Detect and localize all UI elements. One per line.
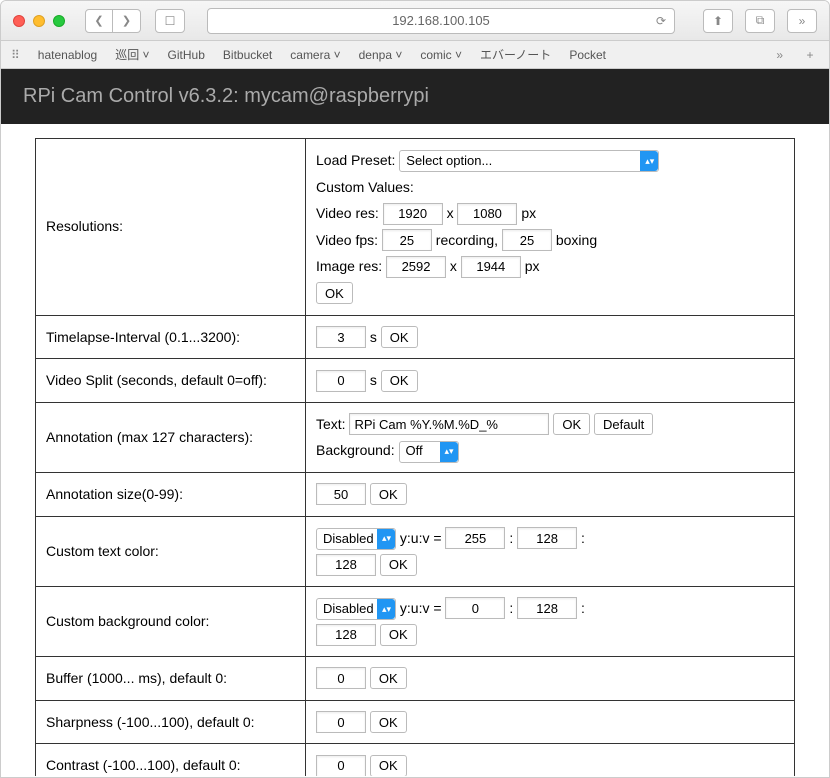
fps-box-input[interactable] [502, 229, 552, 251]
nav-buttons: ❮ ❯ [85, 9, 141, 33]
fav-item[interactable]: GitHub [168, 48, 205, 62]
timelapse-input[interactable] [316, 326, 366, 348]
row-buffer: Buffer (1000... ms), default 0: OK [36, 656, 795, 700]
toolbar-right: ⬆ ⧉ » [697, 9, 817, 33]
contrast-input[interactable] [316, 755, 366, 776]
annotation-input[interactable] [349, 413, 549, 435]
bgcolor-enable-select[interactable]: Disabled▴▾ [316, 598, 396, 620]
back-button[interactable]: ❮ [85, 9, 113, 33]
row-contrast: Contrast (-100...100), default 0: OK [36, 744, 795, 776]
videosplit-input[interactable] [316, 370, 366, 392]
label: Resolutions: [36, 139, 306, 316]
row-annosize: Annotation size(0-99): OK [36, 472, 795, 516]
fav-item[interactable]: camera ˅ [290, 48, 340, 62]
contrast-ok-button[interactable]: OK [370, 755, 407, 776]
fav-more-icon[interactable]: » [776, 48, 783, 62]
fav-item[interactable]: Bitbucket [223, 48, 272, 62]
fav-item[interactable]: エバーノート [480, 46, 551, 63]
address-bar[interactable]: 192.168.100.105 ⟳ [207, 8, 675, 34]
fav-add-icon[interactable]: + [801, 48, 819, 62]
favorites-bar: ⠿ hatenablog 巡回 ˅ GitHub Bitbucket camer… [1, 41, 829, 69]
overflow-button[interactable]: » [787, 9, 817, 33]
browser-window: ❮ ❯ ☐ 192.168.100.105 ⟳ ⬆ ⧉ » ⠿ hatenabl… [0, 0, 830, 778]
row-resolutions: Resolutions: Load Preset: Select option.… [36, 139, 795, 316]
tabs-button[interactable]: ⧉ [745, 9, 775, 33]
annotation-default-button[interactable]: Default [594, 413, 653, 435]
textcolor-enable-select[interactable]: Disabled▴▾ [316, 528, 396, 550]
image-height-input[interactable] [461, 256, 521, 278]
row-annotation: Annotation (max 127 characters): Text: O… [36, 402, 795, 472]
image-width-input[interactable] [386, 256, 446, 278]
fav-item[interactable]: comic ˅ [420, 48, 462, 62]
bgcolor-y-input[interactable] [445, 597, 505, 619]
sharpness-input[interactable] [316, 711, 366, 733]
row-videosplit: Video Split (seconds, default 0=off): s … [36, 359, 795, 403]
sharpness-ok-button[interactable]: OK [370, 711, 407, 733]
row-timelapse: Timelapse-Interval (0.1...3200): s OK [36, 315, 795, 359]
reload-icon[interactable]: ⟳ [656, 14, 666, 28]
fav-item[interactable]: hatenablog [38, 48, 97, 62]
titlebar: ❮ ❯ ☐ 192.168.100.105 ⟳ ⬆ ⧉ » [1, 1, 829, 41]
traffic-lights [13, 15, 65, 27]
row-sharpness: Sharpness (-100...100), default 0: OK [36, 700, 795, 744]
annosize-ok-button[interactable]: OK [370, 483, 407, 505]
close-icon[interactable] [13, 15, 25, 27]
share-button[interactable]: ⬆ [703, 9, 733, 33]
buffer-ok-button[interactable]: OK [370, 667, 407, 689]
url-text: 192.168.100.105 [392, 13, 490, 28]
video-height-input[interactable] [457, 203, 517, 225]
annotation-ok-button[interactable]: OK [553, 413, 590, 435]
fav-item[interactable]: 巡回 ˅ [115, 46, 149, 63]
bgcolor-u-input[interactable] [517, 597, 577, 619]
sidebar-button[interactable]: ☐ [155, 9, 185, 33]
page-title: RPi Cam Control v6.3.2: mycam@raspberryp… [1, 69, 829, 124]
fps-rec-input[interactable] [382, 229, 432, 251]
textcolor-ok-button[interactable]: OK [380, 554, 417, 576]
textcolor-u-input[interactable] [517, 527, 577, 549]
content: Resolutions: Load Preset: Select option.… [1, 124, 829, 776]
bgcolor-ok-button[interactable]: OK [380, 624, 417, 646]
fav-item[interactable]: denpa ˅ [359, 48, 403, 62]
minimize-icon[interactable] [33, 15, 45, 27]
row-bgcolor: Custom background color: Disabled▴▾ y:u:… [36, 586, 795, 656]
annotation-bg-select[interactable]: Off▴▾ [399, 441, 459, 463]
zoom-icon[interactable] [53, 15, 65, 27]
textcolor-v-input[interactable] [316, 554, 376, 576]
videosplit-ok-button[interactable]: OK [381, 370, 418, 392]
preset-select[interactable]: Select option...▴▾ [399, 150, 659, 172]
timelapse-ok-button[interactable]: OK [381, 326, 418, 348]
forward-button[interactable]: ❯ [113, 9, 141, 33]
settings-table: Resolutions: Load Preset: Select option.… [35, 138, 795, 776]
fav-item[interactable]: Pocket [569, 48, 606, 62]
video-width-input[interactable] [383, 203, 443, 225]
textcolor-y-input[interactable] [445, 527, 505, 549]
bgcolor-v-input[interactable] [316, 624, 376, 646]
annosize-input[interactable] [316, 483, 366, 505]
buffer-input[interactable] [316, 667, 366, 689]
resolutions-ok-button[interactable]: OK [316, 282, 353, 304]
row-textcolor: Custom text color: Disabled▴▾ y:u:v = : … [36, 516, 795, 586]
apps-icon[interactable]: ⠿ [11, 48, 20, 62]
